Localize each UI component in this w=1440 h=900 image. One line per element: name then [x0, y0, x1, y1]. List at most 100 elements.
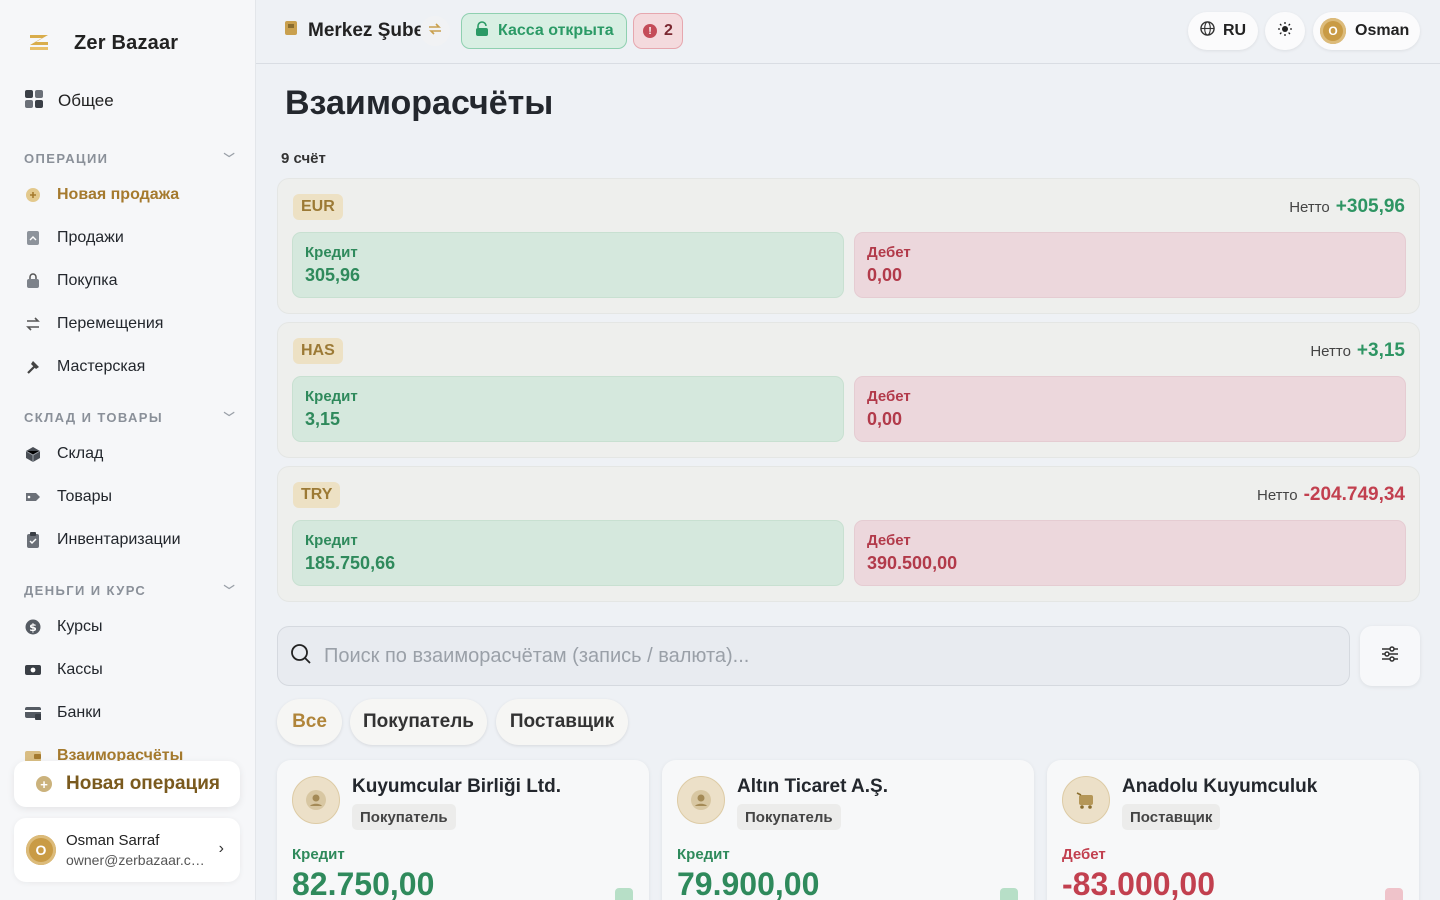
- branch-name: Merkez Şube: [308, 20, 425, 41]
- credit-amount: 3,15: [305, 409, 341, 429]
- user-menu-button[interactable]: O Osman: [1313, 12, 1420, 50]
- bag-icon: [24, 273, 41, 290]
- store-icon: [284, 20, 298, 42]
- user-icon: [292, 776, 340, 824]
- alert-icon: !: [643, 24, 658, 38]
- chevron-down-icon: ﹀: [223, 153, 236, 165]
- net-amount: +3,15: [1356, 340, 1405, 361]
- branch-selector[interactable]: Merkez Şube: [284, 20, 424, 42]
- cashbox-status-button[interactable]: Касса открыта: [461, 13, 627, 49]
- balance-amount: 79.900,00: [677, 866, 820, 900]
- filter-settings-button[interactable]: [1360, 626, 1420, 686]
- debit-label: Дебет: [867, 532, 911, 549]
- net-amount: +305,96: [1335, 196, 1405, 217]
- sidebar-item-label: Продажи: [57, 229, 124, 246]
- net-value: Нетто +305,96: [1289, 196, 1405, 218]
- net-label: Нетто: [1256, 487, 1298, 504]
- account-name: Kuyumcular Birliği Ltd.: [352, 776, 562, 797]
- account-card[interactable]: Altın Ticaret A.Ş. Покупатель Кредит 79.…: [662, 760, 1034, 900]
- section-operations-header[interactable]: ОПЕРАЦИИ ﹀: [24, 150, 236, 166]
- account-name: Altın Ticaret A.Ş.: [737, 776, 888, 797]
- cash-icon: [24, 662, 41, 679]
- net-label: Нетто: [1310, 343, 1351, 360]
- brand[interactable]: Zer Bazaar: [26, 30, 178, 56]
- sun-icon: [1277, 21, 1293, 42]
- balance-amount: 82.750,00: [292, 866, 435, 900]
- alerts-button[interactable]: ! 2: [633, 13, 683, 49]
- cashbox-status-label: Касса открыта: [498, 22, 614, 39]
- truck-icon: [1062, 776, 1110, 824]
- credit-amount: 185.750,66: [305, 553, 396, 573]
- sidebar-item-label: Перемещения: [57, 315, 164, 332]
- credit-label: Кредит: [305, 244, 358, 261]
- search-icon: [290, 643, 312, 670]
- account-card[interactable]: Kuyumcular Birliği Ltd. Покупатель Креди…: [277, 760, 649, 900]
- user-icon: [677, 776, 725, 824]
- swap-icon: [428, 22, 442, 40]
- sidebar-item-label: Кассы: [57, 661, 103, 678]
- account-role-badge: Поставщик: [1122, 804, 1221, 830]
- filter-chip-buyer[interactable]: Покупатель: [350, 699, 487, 745]
- credit-label: Кредит: [305, 532, 358, 549]
- theme-toggle[interactable]: [1265, 12, 1305, 50]
- sidebar-item-cashboxes[interactable]: Кассы: [24, 658, 103, 682]
- credit-box: Кредит 185.750,66: [292, 520, 844, 586]
- section-inventory-header[interactable]: СКЛАД И ТОВАРЫ ﹀: [24, 409, 236, 425]
- sidebar-item-label: Курсы: [57, 618, 103, 635]
- page-title: Взаиморасчёты: [285, 84, 554, 122]
- balance-label: Дебет: [1062, 846, 1106, 863]
- sidebar-item-purchase[interactable]: Покупка: [24, 269, 118, 293]
- tag-icon: [24, 489, 41, 506]
- sidebar-item-sales[interactable]: Продажи: [24, 226, 124, 250]
- brand-name: Zer Bazaar: [74, 31, 179, 54]
- filter-chip-supplier[interactable]: Поставщик: [496, 699, 628, 745]
- currency-summary-card: HAS Нетто +3,15 Кредит 3,15 Дебет 0,00: [277, 322, 1420, 458]
- account-card[interactable]: Anadolu Kuyumculuk Поставщик Дебет -83.0…: [1047, 760, 1419, 900]
- sidebar-item-products[interactable]: Товары: [24, 485, 112, 509]
- debit-box: Дебет 0,00: [854, 232, 1406, 298]
- sidebar-item-overview[interactable]: Общее: [24, 88, 114, 114]
- balance-label: Кредит: [292, 846, 345, 863]
- new-operation-button[interactable]: + Новая операция: [14, 761, 240, 807]
- sidebar-item-workshop[interactable]: Мастерская: [24, 355, 145, 379]
- hammer-icon: [24, 359, 41, 376]
- chevron-down-icon: ﹀: [223, 412, 236, 424]
- credit-box: Кредит 305,96: [292, 232, 844, 298]
- receipt-icon: [24, 230, 41, 247]
- search-input[interactable]: [324, 644, 1324, 668]
- user-card[interactable]: O Osman Sarraf owner@zerbazaar.com ›: [14, 818, 240, 882]
- language-selector[interactable]: RU: [1188, 12, 1258, 50]
- credit-label: Кредит: [305, 388, 358, 405]
- brand-logo-icon: [26, 30, 52, 56]
- plus-icon: +: [36, 776, 52, 792]
- account-name: Anadolu Kuyumculuk: [1122, 776, 1318, 797]
- sidebar-item-new-sale[interactable]: Новая продажа: [24, 183, 179, 207]
- search-bar: [277, 626, 1350, 686]
- sidebar-item-label: Мастерская: [57, 358, 146, 375]
- svg-text:$: $: [29, 621, 37, 634]
- transfer-icon: [24, 316, 41, 333]
- sidebar-item-rates[interactable]: $ Курсы: [24, 615, 103, 639]
- debit-label: Дебет: [867, 244, 911, 261]
- sidebar: Zer Bazaar Общее ОПЕРАЦИИ ﹀ Новая продаж…: [0, 0, 256, 900]
- debit-amount: 0,00: [867, 409, 903, 429]
- plus-circle-icon: [24, 187, 41, 204]
- sidebar-item-warehouse[interactable]: Склад: [24, 442, 103, 466]
- dashboard-icon: [24, 89, 44, 114]
- trend-up-icon: [1000, 888, 1018, 900]
- sidebar-item-inventory[interactable]: Инвентаризации: [24, 528, 181, 552]
- user-email: owner@zerbazaar.com: [66, 852, 206, 868]
- switch-branch-button[interactable]: [420, 16, 450, 46]
- bank-icon: [24, 705, 41, 722]
- currency-summary-card: TRY Нетто -204.749,34 Кредит 185.750,66 …: [277, 466, 1420, 602]
- filter-chip-all[interactable]: Все: [277, 699, 342, 745]
- section-money-header[interactable]: ДЕНЬГИ И КУРС ﹀: [24, 582, 236, 598]
- net-value: Нетто -204.749,34: [1257, 484, 1405, 506]
- avatar: O: [26, 835, 56, 865]
- sidebar-item-banks[interactable]: Банки: [24, 701, 101, 725]
- currency-badge: TRY: [293, 482, 341, 508]
- box-icon: [24, 446, 41, 463]
- sidebar-item-label: Покупка: [57, 272, 118, 289]
- sliders-icon: [1380, 644, 1400, 669]
- sidebar-item-transfers[interactable]: Перемещения: [24, 312, 163, 336]
